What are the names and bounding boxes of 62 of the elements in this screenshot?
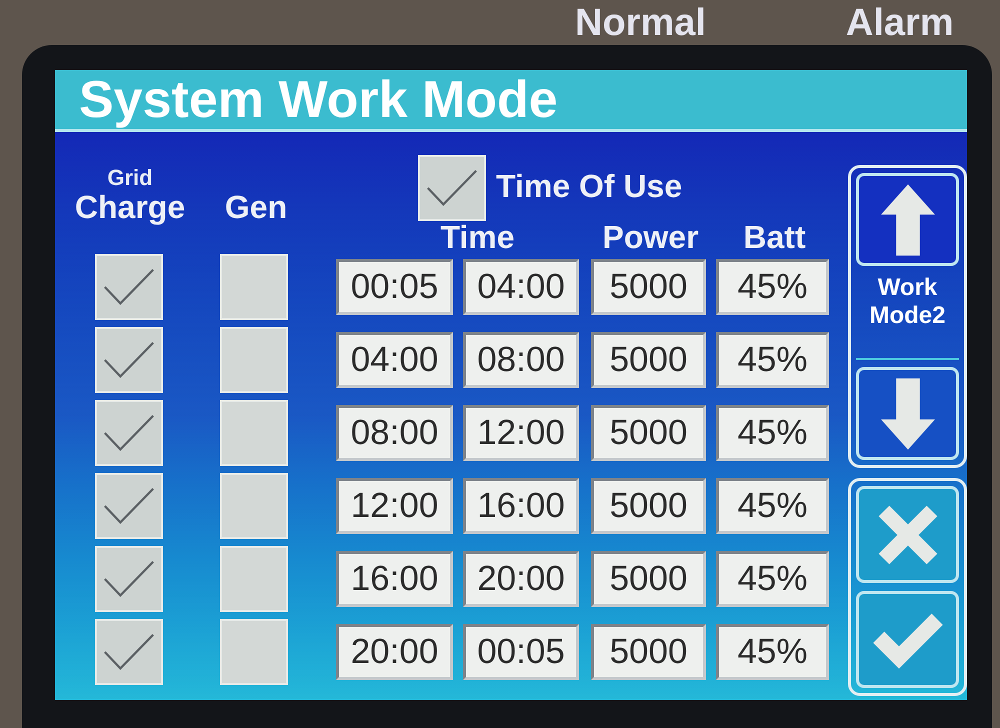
battery-field[interactable]: 45% <box>716 259 829 315</box>
start-time-field[interactable]: 20:00 <box>336 624 453 680</box>
start-time-field[interactable]: 00:05 <box>336 259 453 315</box>
tick-icon <box>103 487 155 525</box>
tick-icon <box>103 414 155 452</box>
battery-field[interactable]: 45% <box>716 551 829 607</box>
tick-icon <box>103 268 155 306</box>
down-button[interactable] <box>856 367 959 460</box>
power-field[interactable]: 5000 <box>591 332 706 388</box>
column-header: Charge <box>74 190 186 224</box>
battery-field[interactable]: 45% <box>716 478 829 534</box>
confirm-button[interactable] <box>856 591 959 688</box>
column-header: Grid <box>107 166 153 190</box>
end-time-field[interactable]: 16:00 <box>463 478 579 534</box>
gen-checkbox[interactable] <box>220 546 288 612</box>
column-header: Power <box>602 220 699 254</box>
grid-charge-checkbox[interactable] <box>95 254 163 320</box>
tick-icon <box>103 341 155 379</box>
start-time-field[interactable]: 04:00 <box>336 332 453 388</box>
power-field[interactable]: 5000 <box>591 405 706 461</box>
start-time-field[interactable]: 16:00 <box>336 551 453 607</box>
battery-field[interactable]: 45% <box>716 405 829 461</box>
power-field[interactable]: 5000 <box>591 478 706 534</box>
background-label: Alarm <box>846 2 954 44</box>
time-of-use-label: Time Of Use <box>496 169 682 203</box>
power-field[interactable]: 5000 <box>591 259 706 315</box>
power-field[interactable]: 5000 <box>591 624 706 680</box>
cancel-button[interactable] <box>856 486 959 583</box>
battery-field[interactable]: 45% <box>716 332 829 388</box>
up-button[interactable] <box>856 173 959 266</box>
tick-icon <box>426 169 478 207</box>
time-of-use-checkbox[interactable] <box>418 155 486 221</box>
gen-checkbox[interactable] <box>220 400 288 466</box>
power-field[interactable]: 5000 <box>591 551 706 607</box>
column-header: Time <box>440 220 515 254</box>
end-time-field[interactable]: 08:00 <box>463 332 579 388</box>
tick-icon <box>103 633 155 671</box>
end-time-field[interactable]: 00:05 <box>463 624 579 680</box>
work-mode-label: Work Mode2 <box>868 274 946 330</box>
grid-charge-checkbox[interactable] <box>95 619 163 685</box>
end-time-field[interactable]: 12:00 <box>463 405 579 461</box>
background-label: Normal <box>575 2 706 44</box>
down-arrow-icon <box>880 378 934 450</box>
grid-charge-checkbox[interactable] <box>95 400 163 466</box>
close-icon <box>878 504 938 564</box>
grid-charge-checkbox[interactable] <box>95 327 163 393</box>
start-time-field[interactable]: 12:00 <box>336 478 453 534</box>
tick-icon <box>103 560 155 598</box>
gen-checkbox[interactable] <box>220 619 288 685</box>
battery-field[interactable]: 45% <box>716 624 829 680</box>
end-time-field[interactable]: 04:00 <box>463 259 579 315</box>
column-header: Gen <box>224 190 288 224</box>
end-time-field[interactable]: 20:00 <box>463 551 579 607</box>
grid-charge-checkbox[interactable] <box>95 546 163 612</box>
column-header: Batt <box>743 220 806 254</box>
gen-checkbox[interactable] <box>220 473 288 539</box>
screen-title: System Work Mode <box>55 70 967 132</box>
grid-charge-checkbox[interactable] <box>95 473 163 539</box>
start-time-field[interactable]: 08:00 <box>336 405 453 461</box>
up-arrow-icon <box>880 184 934 256</box>
gen-checkbox[interactable] <box>220 254 288 320</box>
gen-checkbox[interactable] <box>220 327 288 393</box>
